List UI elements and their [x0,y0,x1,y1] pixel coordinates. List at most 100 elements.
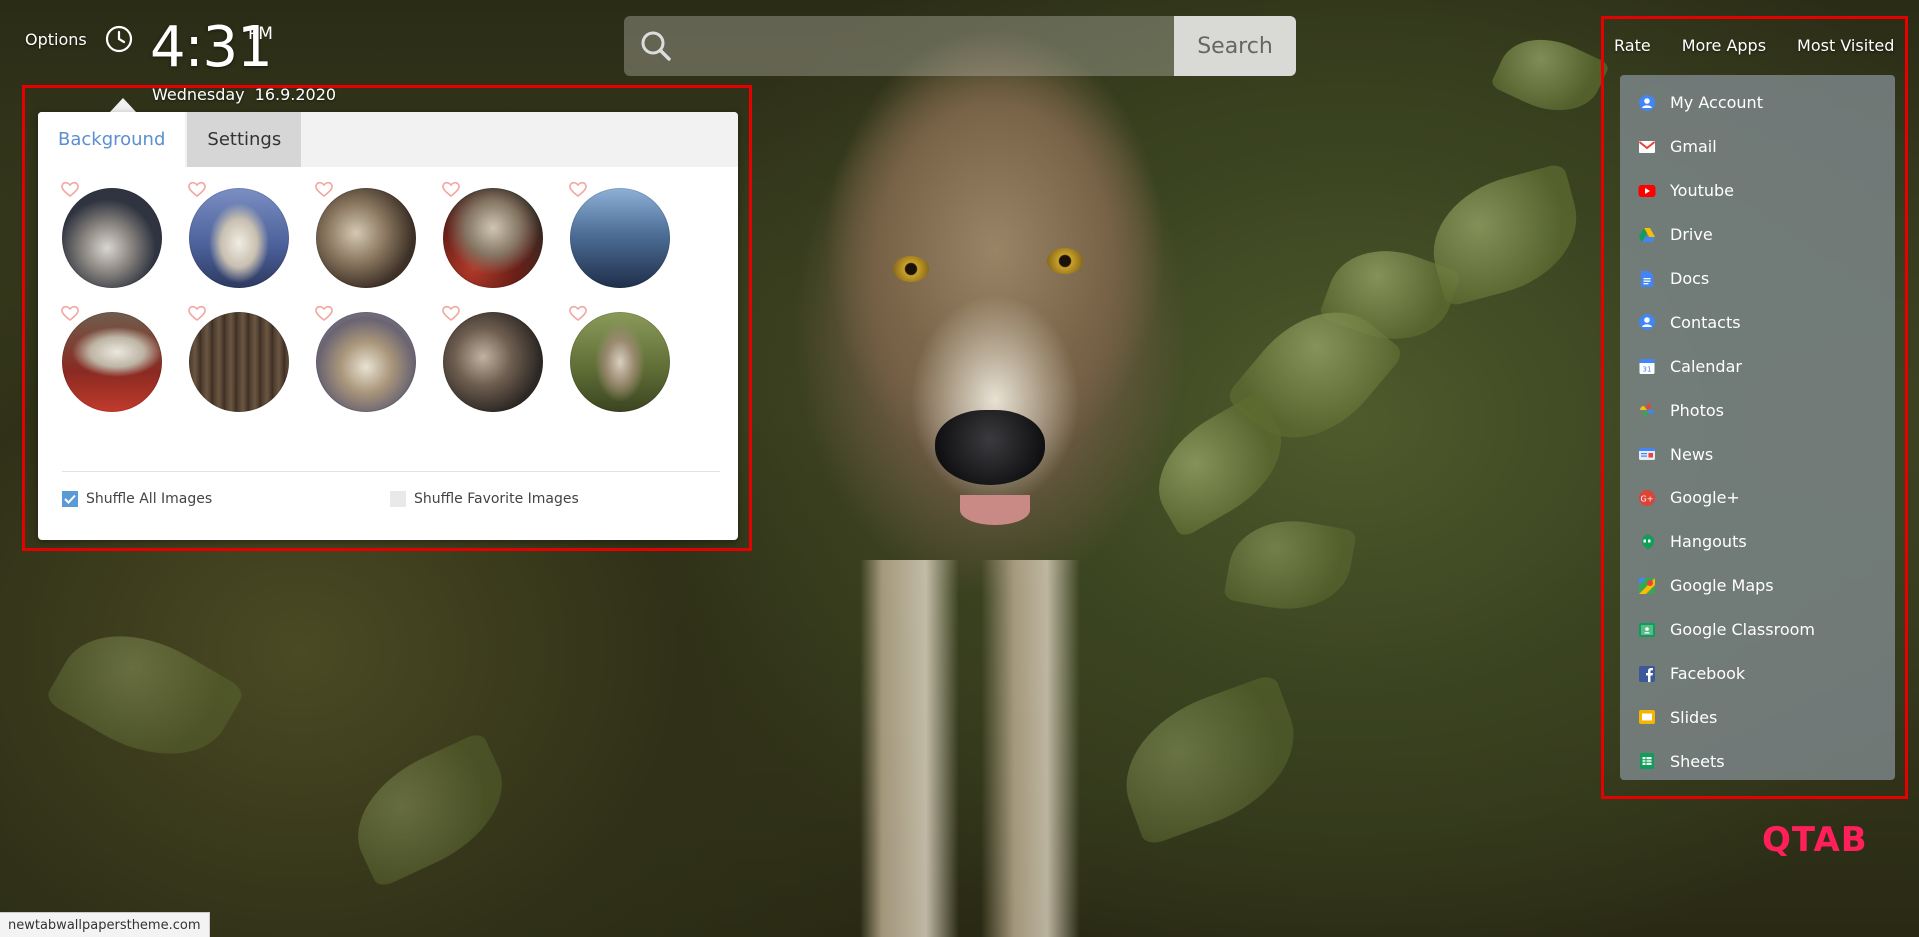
app-label: Photos [1670,400,1724,420]
favorite-heart-icon[interactable] [187,180,207,198]
svg-text:G+: G+ [1641,494,1654,503]
wallpaper-thumbnail-image[interactable] [62,188,162,288]
app-label: Google Classroom [1670,620,1815,640]
news-icon [1639,448,1655,461]
gmail-icon [1638,140,1656,153]
app-item-gmail[interactable]: Gmail [1620,125,1895,169]
app-label: Slides [1670,707,1718,727]
app-label: News [1670,444,1714,464]
favorite-heart-icon[interactable] [314,180,334,198]
wallpaper-thumbnail [61,305,162,412]
classroom-icon [1639,622,1655,637]
app-item-drive[interactable]: Drive [1620,213,1895,257]
tab-background[interactable]: Background [38,112,186,167]
app-item-calendar[interactable]: 31 Calendar [1620,344,1895,388]
facebook-icon [1639,665,1655,682]
slides-icon [1639,710,1655,725]
clock-ampm: PM [248,24,273,44]
options-link[interactable]: Options [25,30,87,49]
wallpaper-thumbnail [569,181,670,288]
favorite-heart-icon[interactable] [187,304,207,322]
wallpaper-thumbnail [188,305,289,412]
svg-text:31: 31 [1643,366,1652,374]
app-item-google-maps[interactable]: Google Maps [1620,564,1895,608]
app-label: My Account [1670,93,1763,113]
favorite-heart-icon[interactable] [568,180,588,198]
wallpaper-thumbnail-image[interactable] [443,188,543,288]
drive-icon [1639,227,1655,242]
background-settings-panel: Background Settings Shuffle All Images S… [38,112,738,540]
app-item-youtube[interactable]: Youtube [1620,169,1895,213]
app-item-google-plus[interactable]: G+ Google+ [1620,476,1895,520]
app-item-photos[interactable]: Photos [1620,388,1895,432]
wallpaper-thumbnail-image[interactable] [570,312,670,412]
panel-tabs: Background Settings [38,112,738,167]
wallpaper-thumbnail-image[interactable] [189,312,289,412]
favorite-heart-icon[interactable] [568,304,588,322]
wallpaper-thumbnail [569,305,670,412]
wallpaper-thumbnail-grid [61,181,670,412]
app-label: Youtube [1670,181,1734,201]
app-item-sheets[interactable]: Sheets [1620,739,1895,783]
app-label: Facebook [1670,664,1746,684]
status-bar-url: newtabwallpaperstheme.com [0,912,210,937]
wallpaper-thumbnail-image[interactable] [316,312,416,412]
shuffle-all-label: Shuffle All Images [86,491,213,507]
wallpaper-thumbnail [315,305,416,412]
app-item-my-account[interactable]: My Account [1620,81,1895,125]
wallpaper-thumbnail-image[interactable] [316,188,416,288]
app-label: Docs [1670,269,1710,288]
apps-dropdown: My Account Gmail Youtube Drive Docs Cont… [1620,75,1895,780]
wallpaper-thumbnail-image[interactable] [443,312,543,412]
shuffle-favorite-label: Shuffle Favorite Images [414,491,579,507]
shuffle-all-option[interactable]: Shuffle All Images [62,491,212,507]
app-item-slides[interactable]: Slides [1620,695,1895,739]
shuffle-favorite-option[interactable]: Shuffle Favorite Images [390,491,579,507]
photos-icon [1640,403,1654,418]
app-item-news[interactable]: News [1620,432,1895,476]
tab-settings[interactable]: Settings [187,112,302,167]
favorite-heart-icon[interactable] [314,304,334,322]
app-label: Google Maps [1670,576,1774,596]
search-input[interactable] [684,16,1228,76]
contacts-icon [1639,314,1655,331]
wallpaper-thumbnail-image[interactable] [570,188,670,288]
hangouts-icon [1641,534,1654,550]
wallpaper-thumbnail [315,181,416,288]
account-icon [1639,94,1655,111]
panel-divider [62,471,720,472]
app-label: Contacts [1670,312,1741,332]
app-item-contacts[interactable]: Contacts [1620,300,1895,344]
wallpaper-thumbnail [442,181,543,288]
app-label: Drive [1670,225,1713,245]
app-label: Google+ [1670,488,1740,508]
docs-icon [1641,270,1653,287]
youtube-icon [1638,184,1656,197]
app-item-google-classroom[interactable]: Google Classroom [1620,608,1895,652]
favorite-heart-icon[interactable] [60,180,80,198]
checkmark-icon [64,494,76,504]
maps-icon [1639,577,1655,594]
wallpaper-thumbnail [61,181,162,288]
favorite-heart-icon[interactable] [441,180,461,198]
clock-icon[interactable] [104,24,134,54]
wallpaper-thumbnail-image[interactable] [189,188,289,288]
google-plus-icon: G+ [1639,489,1655,506]
app-item-hangouts[interactable]: Hangouts [1620,520,1895,564]
wallpaper-thumbnail-image[interactable] [62,312,162,412]
favorite-heart-icon[interactable] [60,304,80,322]
search-bar: Search [624,16,1296,76]
shuffle-favorite-checkbox[interactable] [390,491,406,507]
panel-caret [110,98,136,112]
app-label: Gmail [1670,137,1717,157]
search-icon [641,31,671,61]
app-item-facebook[interactable]: Facebook [1620,652,1895,696]
wallpaper-thumbnail [188,181,289,288]
shuffle-all-checkbox[interactable] [62,491,78,507]
app-label: Sheets [1670,751,1725,771]
app-label: Calendar [1670,356,1742,376]
app-label: Hangouts [1670,532,1747,552]
app-item-docs[interactable]: Docs [1620,257,1895,301]
sheets-icon [1640,753,1654,770]
favorite-heart-icon[interactable] [441,304,461,322]
